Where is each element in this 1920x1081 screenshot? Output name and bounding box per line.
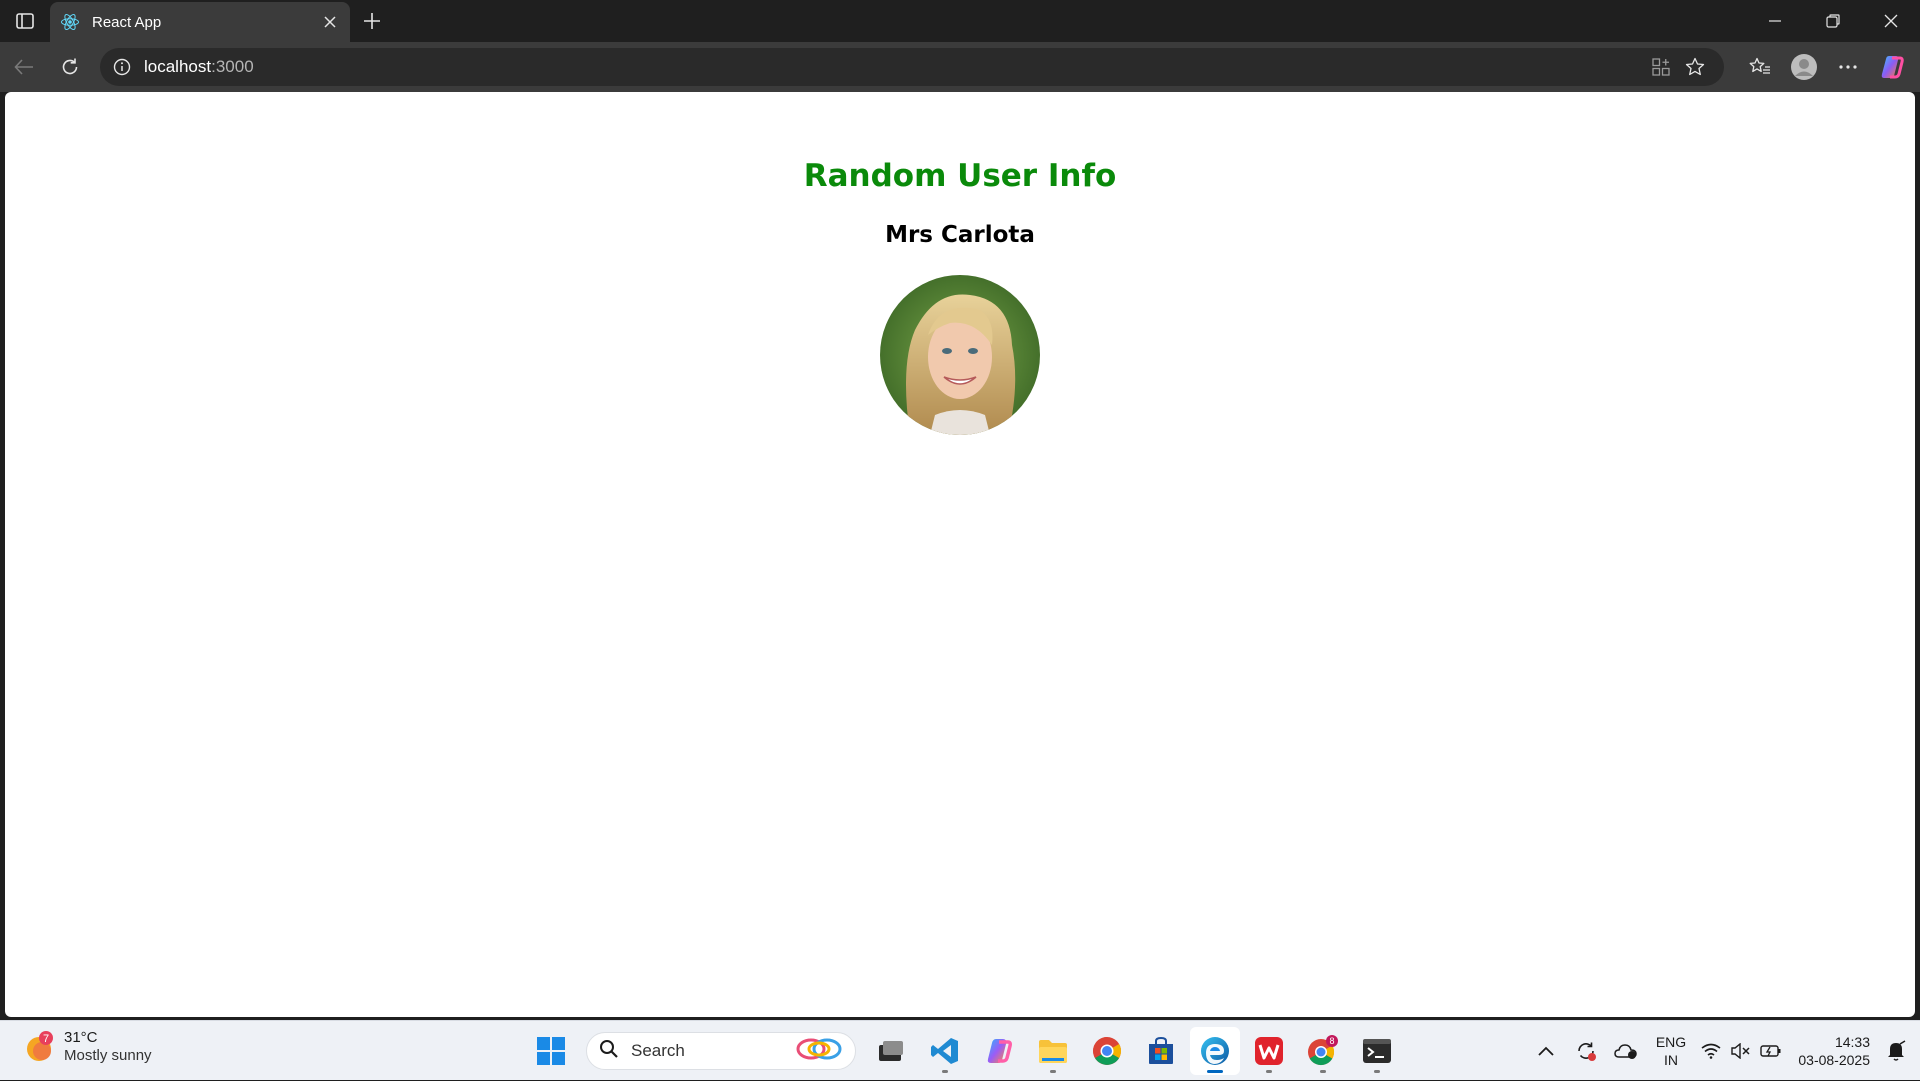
vscode-icon[interactable]: [920, 1027, 970, 1075]
url-text[interactable]: localhost:3000: [144, 57, 1644, 77]
info-icon[interactable]: [112, 57, 132, 77]
weather-desc: Mostly sunny: [64, 1047, 152, 1064]
tab-title: React App: [92, 13, 162, 31]
reload-icon[interactable]: [54, 52, 86, 82]
restore-icon[interactable]: [1804, 0, 1862, 42]
windows-start-icon[interactable]: [526, 1027, 576, 1075]
store-icon[interactable]: [1136, 1027, 1186, 1075]
search-icon: [599, 1039, 619, 1064]
profile-icon[interactable]: [1782, 50, 1826, 84]
system-clock[interactable]: 14:33 03-08-2025: [1786, 1033, 1870, 1069]
star-icon[interactable]: [1678, 52, 1712, 82]
chrome-icon[interactable]: [1082, 1027, 1132, 1075]
chrome-badge: 8: [1329, 1036, 1334, 1046]
url-port: :3000: [211, 57, 254, 76]
search-highlight-icon: [795, 1036, 843, 1067]
wifi-icon[interactable]: [1696, 1031, 1726, 1071]
favorites-icon[interactable]: [1738, 50, 1782, 84]
window-close-icon[interactable]: [1862, 0, 1920, 42]
windows-taskbar: 7 31°C Mostly sunny Search 8 ENG IN 14:3…: [0, 1020, 1920, 1080]
task-view-icon[interactable]: [866, 1027, 916, 1075]
onedrive-icon[interactable]: [1606, 1031, 1646, 1071]
plus-icon[interactable]: [358, 8, 386, 34]
terminal-icon[interactable]: [1352, 1027, 1402, 1075]
sidebar-icon[interactable]: [10, 8, 40, 34]
more-icon[interactable]: [1826, 50, 1870, 84]
notification-bell-icon[interactable]: [1878, 1031, 1914, 1071]
lang-line1: ENG: [1655, 1034, 1687, 1050]
browser-toolbar: localhost:3000: [0, 42, 1920, 92]
copilot-icon[interactable]: [1870, 50, 1914, 84]
weather-temp: 31°C: [64, 1029, 98, 1046]
address-bar[interactable]: localhost:3000: [100, 48, 1724, 86]
url-host: localhost: [144, 57, 212, 76]
avatar: [880, 275, 1040, 435]
weather-badge: 7: [43, 1033, 49, 1045]
language-indicator[interactable]: ENG IN: [1646, 1033, 1696, 1069]
file-explorer-icon[interactable]: [1028, 1027, 1078, 1075]
wps-icon[interactable]: [1244, 1027, 1294, 1075]
browser-tab[interactable]: React App: [50, 2, 350, 42]
page-viewport: Random User Info Mrs Carlota: [5, 92, 1915, 1017]
sync-icon[interactable]: [1566, 1031, 1606, 1071]
battery-icon[interactable]: [1756, 1031, 1786, 1071]
chevron-up-icon[interactable]: [1526, 1031, 1566, 1071]
weather-icon: 7: [24, 1030, 58, 1064]
taskbar-search[interactable]: Search: [586, 1032, 856, 1070]
chrome-profile-icon[interactable]: 8: [1298, 1027, 1348, 1075]
apps-icon[interactable]: [1644, 52, 1678, 82]
browser-titlebar: React App: [0, 0, 1920, 42]
back-icon[interactable]: [8, 52, 40, 82]
mute-icon[interactable]: [1726, 1031, 1756, 1071]
clock-date: 03-08-2025: [1798, 1052, 1870, 1068]
clock-time: 14:33: [1834, 1034, 1870, 1050]
page-title: Random User Info: [803, 158, 1117, 194]
lang-line2: IN: [1664, 1052, 1678, 1068]
minimize-icon[interactable]: [1746, 0, 1804, 42]
edge-icon[interactable]: [1190, 1027, 1240, 1075]
react-favicon: [60, 12, 80, 32]
copilot-app-icon[interactable]: [974, 1027, 1024, 1075]
user-name: Mrs Carlota: [885, 222, 1035, 248]
weather-widget[interactable]: 7 31°C Mostly sunny: [24, 1029, 152, 1065]
close-icon[interactable]: [320, 12, 340, 32]
search-label: Search: [631, 1041, 685, 1060]
